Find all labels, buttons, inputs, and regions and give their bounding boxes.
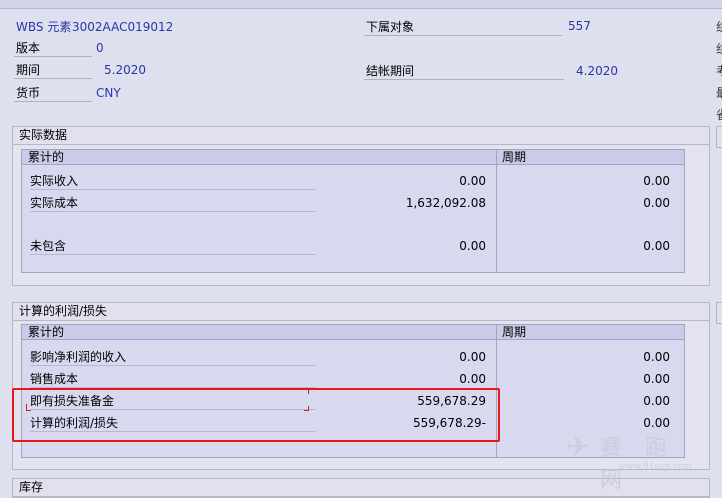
- actual-col-divider: [496, 150, 497, 272]
- actual-row-cumulative[interactable]: 0.00: [346, 238, 486, 254]
- edge-char-5: 省: [716, 106, 722, 123]
- actual-row-label: 实际成本: [30, 195, 316, 212]
- wbs-label: WBS 元素: [16, 20, 72, 34]
- closing-period-underline: [364, 79, 564, 80]
- profit-col-period: 周期: [496, 325, 684, 340]
- edge-char-1: 组: [716, 18, 722, 35]
- currency-underline: [14, 101, 92, 102]
- profit-col-cumulative: 累计的: [22, 325, 496, 340]
- actual-row-label: 未包含: [30, 238, 316, 255]
- profit-row-period[interactable]: 0.00: [550, 349, 670, 365]
- profit-row-period[interactable]: 0.00: [550, 371, 670, 387]
- actual-data-group: 实际数据 累计的 周期 实际收入 0.00 0.00 实际成本 1,632,09…: [12, 126, 710, 286]
- highlight-box: [12, 388, 500, 442]
- right-group-edge-1: [716, 126, 722, 148]
- profit-loss-title: 计算的利润/损失: [13, 303, 709, 321]
- actual-row-period[interactable]: 0.00: [550, 173, 670, 189]
- wbs-value[interactable]: 3002AAC019012: [72, 19, 173, 35]
- profit-row-period[interactable]: 0.00: [550, 415, 670, 431]
- actual-data-panel: 累计的 周期 实际收入 0.00 0.00 实际成本 1,632,092.08 …: [21, 149, 685, 273]
- top-bar: [0, 0, 722, 9]
- actual-row-cumulative[interactable]: 0.00: [346, 173, 486, 189]
- actual-row-period[interactable]: 0.00: [550, 238, 670, 254]
- watermark: ✈ 赛 跑 网 www.91sap.com: [566, 430, 716, 494]
- watermark-url: www.91sap.com: [618, 462, 692, 472]
- currency-label: 货币: [16, 86, 41, 100]
- sub-object-label: 下属对象: [366, 20, 415, 34]
- edge-char-2: 组: [716, 40, 722, 57]
- actual-row-label: 实际收入: [30, 173, 316, 190]
- version-label: 版本: [16, 41, 41, 55]
- actual-col-period: 周期: [496, 150, 684, 165]
- profit-row-label: 销售成本: [30, 371, 316, 388]
- profit-row-label: 影响净利润的收入: [30, 349, 316, 366]
- actual-col-cumulative: 累计的: [22, 150, 496, 165]
- watermark-logo-icon: ✈: [566, 430, 590, 463]
- sub-object-underline: [364, 35, 562, 36]
- actual-row-cumulative[interactable]: 1,632,092.08: [346, 195, 486, 211]
- period-label: 期间: [16, 63, 41, 77]
- actual-data-title: 实际数据: [13, 127, 709, 145]
- actual-row-period[interactable]: 0.00: [550, 195, 670, 211]
- profit-row-cumulative[interactable]: 0.00: [346, 371, 486, 387]
- closing-period-value[interactable]: 4.2020: [576, 63, 618, 79]
- profit-row-period[interactable]: 0.00: [550, 393, 670, 409]
- right-group-edge-2: [716, 302, 722, 324]
- closing-period-label: 结帐期间: [366, 64, 415, 78]
- version-underline: [14, 56, 92, 57]
- period-value[interactable]: 5.2020: [104, 62, 146, 78]
- profit-row-cumulative[interactable]: 0.00: [346, 349, 486, 365]
- edge-char-4: 最: [716, 84, 722, 101]
- sub-object-value[interactable]: 557: [568, 18, 591, 34]
- currency-value[interactable]: CNY: [96, 85, 121, 101]
- edge-char-3: 考: [716, 62, 722, 79]
- version-value[interactable]: 0: [96, 40, 104, 56]
- period-underline: [14, 78, 92, 79]
